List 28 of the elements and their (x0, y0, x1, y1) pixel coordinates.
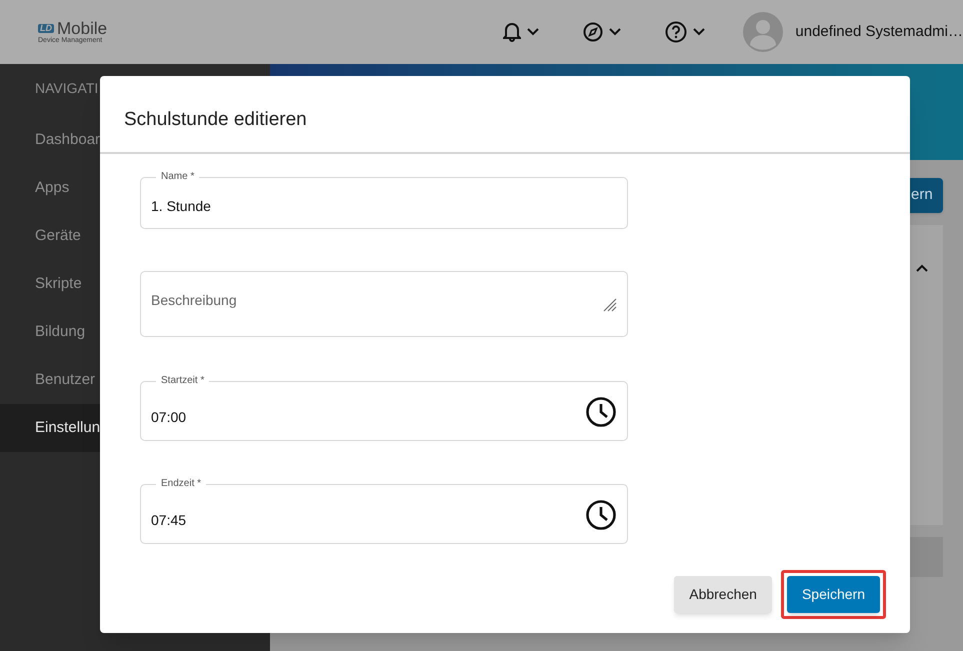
field-label: Name * (160, 172, 196, 182)
user-name[interactable]: undefined Systemadmi… (795, 20, 963, 44)
name-field[interactable]: Name * 1. Stunde (140, 172, 628, 229)
help-icon[interactable] (665, 21, 688, 43)
dialog-title: Schulstunde editieren (123, 108, 308, 132)
chevron-down-icon[interactable] (609, 28, 622, 36)
sidebar-heading: NAVIGATI (34, 79, 100, 98)
logo-badge: LD (38, 24, 54, 33)
chevron-up-icon[interactable] (916, 264, 928, 272)
field-label: Endzeit * (160, 479, 202, 489)
clock-icon[interactable] (585, 396, 617, 428)
save-button[interactable]: Speichern (786, 576, 880, 613)
compass-icon[interactable] (583, 22, 604, 42)
time-field[interactable]: Endzeit * 07:45 (140, 479, 628, 544)
chevron-down-icon[interactable] (693, 28, 706, 36)
chevron-down-icon[interactable] (527, 28, 540, 36)
time-input[interactable]: 07:00 (151, 406, 585, 428)
clock-icon[interactable] (585, 499, 617, 531)
cancel-button[interactable]: Abbrechen (674, 576, 772, 613)
description-input[interactable]: Beschreibung (151, 290, 571, 314)
description-field[interactable]: Beschreibung (140, 271, 628, 337)
bell-icon[interactable] (503, 22, 522, 42)
time-input[interactable]: 07:45 (151, 510, 585, 530)
logo-name: Mobile (57, 20, 108, 37)
field-label: Startzeit * (160, 376, 206, 386)
name-input[interactable]: 1. Stunde (151, 196, 551, 217)
resize-handle-icon[interactable] (603, 298, 617, 312)
time-field[interactable]: Startzeit * 07:00 (140, 376, 628, 441)
